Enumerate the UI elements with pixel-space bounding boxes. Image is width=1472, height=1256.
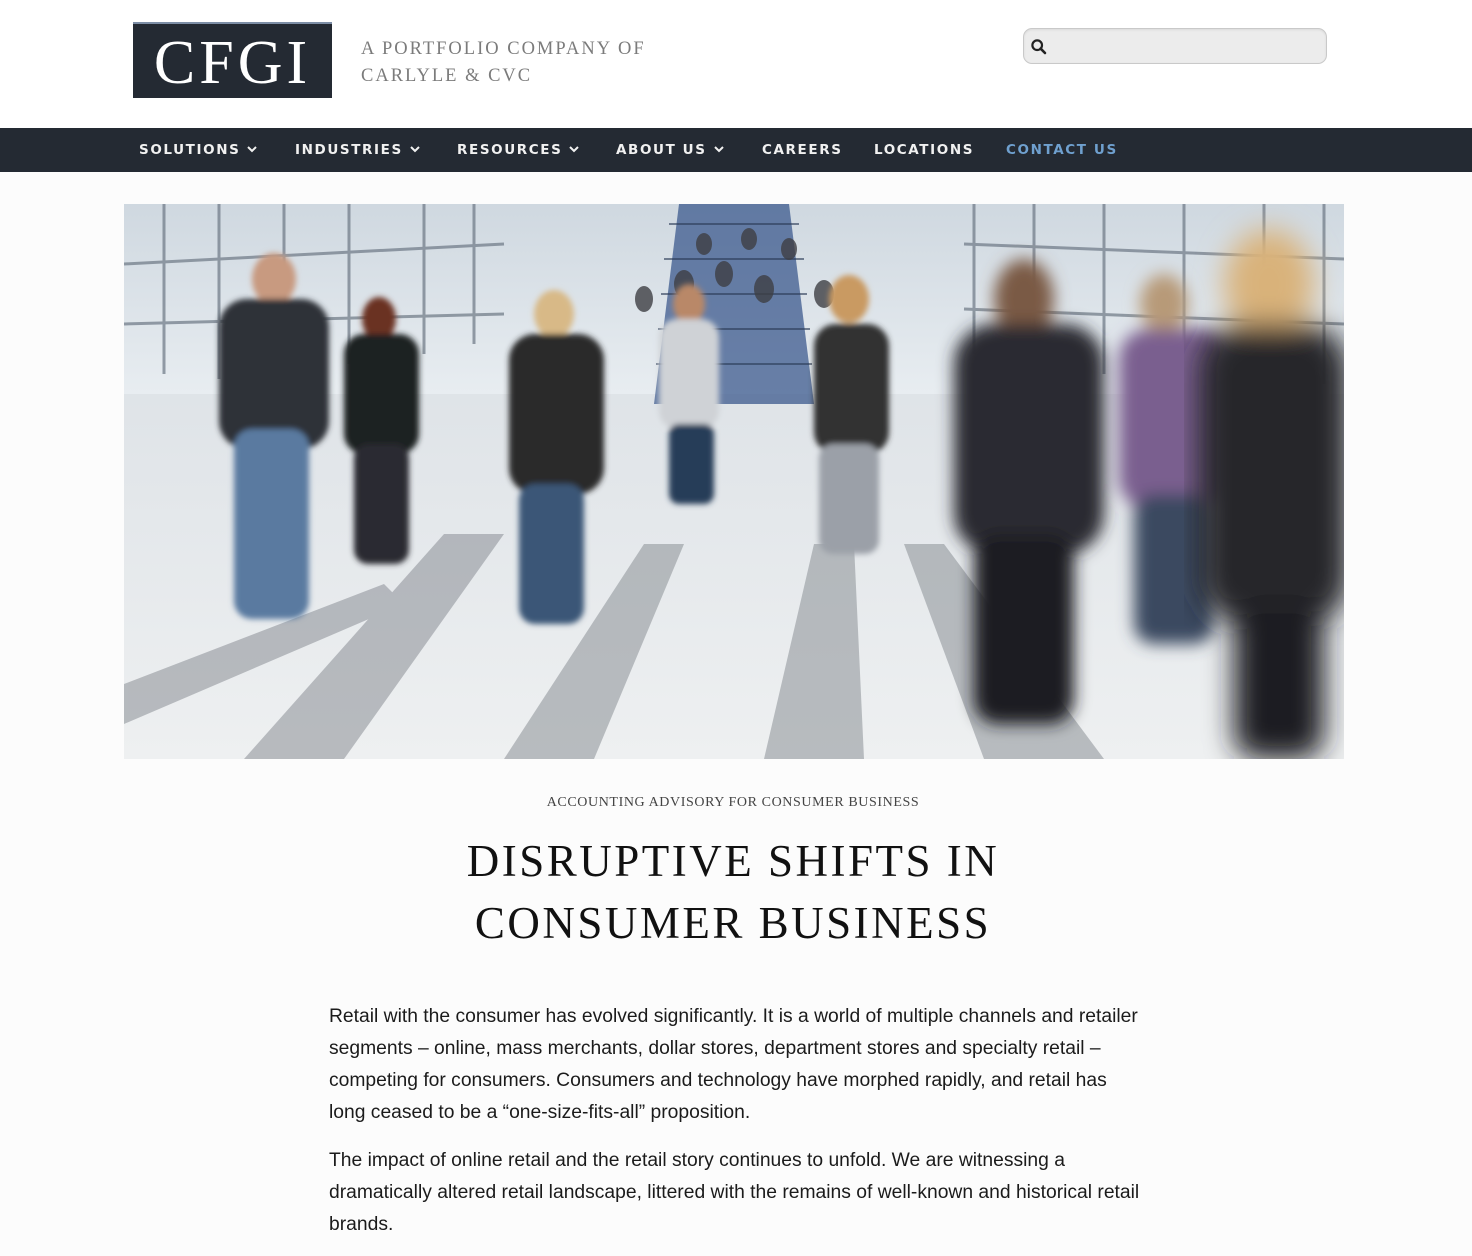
nav-item-label: LOCATIONS — [874, 142, 975, 158]
nav-item-label: CONTACT US — [1006, 142, 1118, 158]
tagline-line-2: CARLYLE & CVC — [361, 66, 533, 86]
hero-image — [124, 204, 1344, 759]
tagline-line-1: A PORTFOLIO COMPANY OF — [361, 39, 646, 59]
nav-item-contact-us[interactable]: CONTACT US — [1006, 128, 1118, 172]
paragraph: The impact of online retail and the reta… — [329, 1150, 1140, 1235]
chevron-down-icon — [410, 146, 420, 153]
crowd-photo — [124, 204, 1344, 759]
nav-item-careers[interactable]: CAREERS — [762, 128, 843, 172]
page-title-line-1: DISRUPTIVE SHIFTS IN — [466, 836, 1000, 886]
search-box[interactable] — [1023, 28, 1327, 64]
tagline: A PORTFOLIO COMPANY OF CARLYLE & CVC — [361, 36, 646, 90]
page-title: DISRUPTIVE SHIFTS IN CONSUMER BUSINESS — [0, 830, 1466, 954]
nav-item-locations[interactable]: LOCATIONS — [874, 128, 974, 172]
nav-item-about-us[interactable]: ABOUT US — [616, 128, 725, 172]
site-header: CFGI A PORTFOLIO COMPANY OF CARLYLE & CV… — [0, 0, 1472, 128]
chevron-down-icon — [569, 146, 580, 153]
nav-item-label: RESOURCES — [457, 142, 563, 158]
nav-item-label: ABOUT US — [616, 142, 707, 158]
nav-item-resources[interactable]: RESOURCES — [457, 128, 580, 172]
paragraph: Retail with the consumer has evolved sig… — [329, 1006, 1138, 1123]
cfgi-logo[interactable]: CFGI — [133, 22, 332, 98]
search-input[interactable] — [1054, 29, 1322, 63]
chevron-down-icon — [713, 146, 724, 153]
nav-item-solutions[interactable]: SOLUTIONS — [139, 128, 258, 172]
nav-item-industries[interactable]: INDUSTRIES — [295, 128, 421, 172]
article-body: Retail with the consumer has evolved sig… — [329, 1001, 1144, 1256]
nav-item-label: SOLUTIONS — [139, 142, 241, 158]
chevron-down-icon — [247, 146, 258, 153]
search-icon[interactable] — [1030, 38, 1048, 56]
nav-item-label: CAREERS — [762, 142, 843, 158]
eyebrow-label: ACCOUNTING ADVISORY FOR CONSUMER BUSINES… — [546, 795, 920, 810]
nav-item-label: INDUSTRIES — [295, 142, 403, 158]
main-nav: SOLUTIONS INDUSTRIES RESOURCES ABOUT US … — [0, 128, 1472, 172]
logo-text: CFGI — [153, 29, 312, 97]
page-title-line-2: CONSUMER BUSINESS — [474, 898, 992, 948]
